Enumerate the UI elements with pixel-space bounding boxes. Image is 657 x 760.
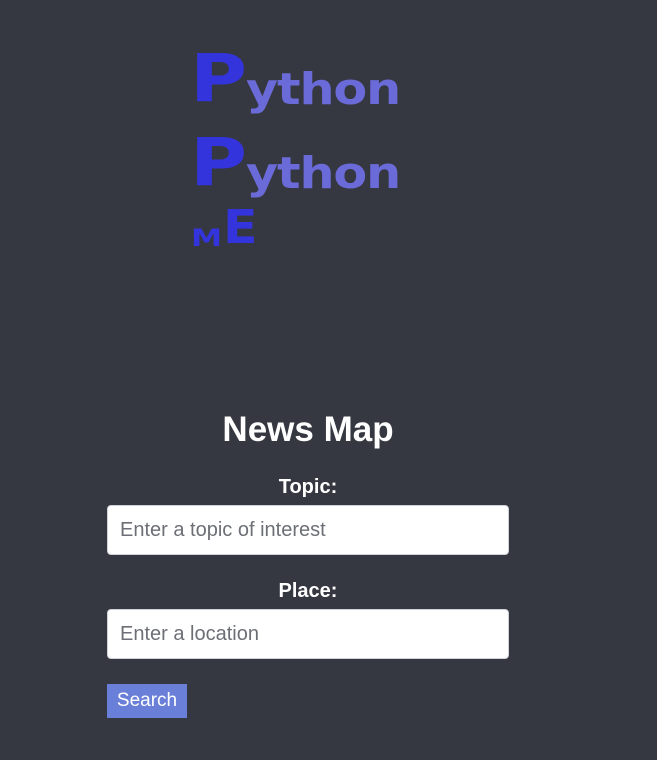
logo-line-3: ME <box>191 204 257 252</box>
topic-label: Topic: <box>278 476 338 498</box>
page-title: News Map <box>222 410 394 449</box>
logo-line-3-large: E <box>222 200 258 254</box>
site-logo: Python Python ME <box>190 46 460 252</box>
logo-line-3-small: M <box>191 224 223 252</box>
logo-line-2-cap: P <box>190 124 247 201</box>
logo-line-1-cap: P <box>190 40 247 117</box>
logo-line-2: Python <box>190 124 402 201</box>
search-button[interactable]: Search <box>107 684 187 718</box>
logo-line-1: Python <box>190 40 402 117</box>
place-input[interactable] <box>107 609 509 659</box>
place-label: Place: <box>278 580 338 602</box>
topic-input[interactable] <box>107 505 509 555</box>
logo-line-1-rest: ython <box>246 64 401 115</box>
logo-line-2-rest: ython <box>246 148 401 199</box>
